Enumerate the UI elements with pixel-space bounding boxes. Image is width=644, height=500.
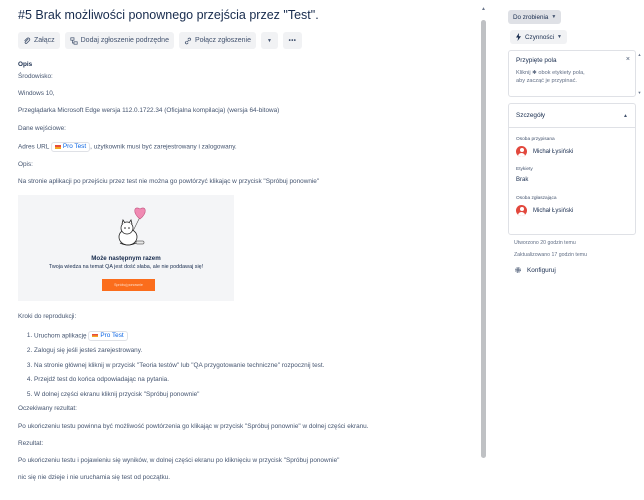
actions-button[interactable]: Czynności ▼: [510, 30, 567, 44]
issue-toolbar: Załącz Dodaj zgłoszenie podrzędne Połącz…: [18, 32, 460, 49]
link-issue-dropdown[interactable]: ▼: [261, 32, 278, 49]
list-item: Zaloguj się jeśli jesteś zarejestrowany.: [34, 347, 460, 355]
pinned-fields-text-line2: aby zacząć je przypinać.: [516, 78, 577, 84]
reporter-field[interactable]: Michał Łysiński: [509, 205, 635, 216]
link-issue-label: Połącz zgłoszenie: [194, 37, 251, 44]
cat-with-balloon-illustration: [118, 208, 146, 246]
gear-icon: [515, 267, 521, 273]
reporter-label: Osoba zgłaszająca: [516, 196, 557, 201]
env-os: Windows 10,: [18, 90, 55, 98]
list-item: W dolnej części ekranu kliknij przycisk …: [34, 391, 460, 399]
favicon-icon: [92, 333, 99, 338]
pro-test-link-chip[interactable]: Pro Test: [88, 330, 128, 341]
status-dropdown[interactable]: Do zrobienia ▼: [508, 10, 562, 24]
attach-label: Załącz: [34, 37, 55, 44]
add-subtask-label: Dodaj zgłoszenie podrzędne: [80, 37, 169, 44]
opis-label: Opis:: [18, 160, 33, 168]
url-chip-label: Pro Test: [62, 142, 87, 150]
pinned-fields-text-line1: Kliknij ✱ obok etykiety pola,: [516, 70, 585, 76]
chevron-down-icon: ▼: [557, 34, 562, 40]
details-title: Szczegóły: [516, 112, 546, 119]
input-label: Dane wejściowe:: [18, 124, 66, 132]
pinned-fields-title: Przypięte pola: [516, 57, 557, 64]
env-label: Środowisko:: [18, 73, 53, 80]
updated-timestamp: Zaktualizowano 17 godzin temu: [514, 252, 587, 258]
more-actions-button[interactable]: •••: [283, 32, 302, 49]
result-text: Po ukończeniu testu i pojawieniu się wyn…: [18, 457, 340, 465]
steps-list: Uruchom aplikację Pro Test Zaloguj się j…: [18, 330, 460, 399]
assignee-label: Osoba przypisana: [516, 137, 555, 142]
banner-retry-button: Spróbuj ponownie: [102, 279, 155, 292]
url-prefix: Adres URL: [18, 143, 50, 151]
pinned-fields-text: Kliknij ✱ obok etykiety pola, aby zacząć…: [509, 64, 635, 85]
lightning-icon: [516, 33, 521, 41]
issue-title[interactable]: #5 Brak możliwości ponownego przejścia p…: [18, 6, 460, 24]
env-browser: Przeglądarka Microsoft Edge wersja 112.0…: [18, 107, 280, 115]
labels-label: Etykiety: [516, 167, 533, 172]
sidebar-scrollbar[interactable]: ▲ ▼: [637, 52, 642, 97]
more-icon: •••: [288, 37, 297, 44]
subtask-icon: [70, 36, 78, 45]
avatar: [516, 205, 527, 216]
avatar: [516, 146, 527, 157]
list-item: Uruchom aplikację Pro Test: [34, 330, 460, 341]
banner-heading: Może następnym razem: [91, 255, 161, 263]
pro-test-link-chip[interactable]: Pro Test: [50, 141, 91, 152]
result-text-continued: nic się nie dzieje i nie uruchamia się t…: [18, 474, 171, 482]
created-timestamp: Utworzono 20 godzin temu: [514, 240, 576, 246]
chevron-down-icon: ▼: [267, 37, 272, 44]
scroll-up-icon[interactable]: ▲: [480, 6, 487, 13]
labels-value[interactable]: Brak: [509, 177, 635, 183]
actions-label: Czynności: [525, 33, 555, 41]
link-icon: [184, 37, 192, 44]
screenshot-attachment[interactable]: Może następnym razem Twoja wiedza na tem…: [18, 195, 234, 302]
issue-sidebar: Do zrobienia ▼ Czynności ▼ Przypięte pol…: [506, 0, 644, 500]
attach-button[interactable]: Załącz: [18, 32, 60, 49]
paperclip-icon: [24, 37, 31, 44]
main-scrollbar[interactable]: ▲: [480, 6, 487, 500]
scrollbar-thumb[interactable]: [481, 20, 486, 458]
description-heading: Opis: [18, 61, 33, 68]
issue-main-panel: #5 Brak możliwości ponownego przejścia p…: [0, 0, 478, 500]
banner-subtext: Twoja wiedza na temat QA jest dość słaba…: [48, 264, 204, 271]
favicon-icon: [54, 145, 61, 149]
details-panel: Szczegóły ▲ Osoba przypisana Michał Łysi…: [508, 103, 636, 235]
url-suffix: , użytkownik musi być zarejestrowany i z…: [90, 143, 237, 151]
scroll-up-icon[interactable]: ▲: [637, 52, 642, 57]
scroll-down-icon[interactable]: ▼: [637, 90, 642, 95]
step-chip-label: Pro Test: [100, 331, 124, 339]
list-item: Przejdź test do końca odpowiadając na py…: [34, 376, 460, 384]
opis-text: Na stronie aplikacji po przejściu przez …: [18, 178, 320, 186]
expected-label: Oczekiwany rezultat:: [18, 405, 77, 413]
steps-label: Kroki do reprodukcji:: [18, 313, 77, 321]
url-line: Adres URL Pro Test, użytkownik musi być …: [18, 141, 460, 152]
status-label: Do zrobienia: [513, 13, 549, 21]
step-1-text: Uruchom aplikację: [34, 332, 87, 340]
chevron-down-icon: ▼: [551, 14, 557, 20]
add-subtask-button[interactable]: Dodaj zgłoszenie podrzędne: [64, 32, 174, 49]
expected-text: Po ukończeniu testu powinna być możliwoś…: [18, 422, 369, 430]
configure-button[interactable]: Konfiguruj: [514, 266, 556, 274]
assignee-name: Michał Łysiński: [533, 148, 574, 155]
result-label: Rezultat:: [18, 439, 44, 447]
close-icon[interactable]: ×: [626, 56, 630, 63]
configure-label: Konfiguruj: [527, 266, 556, 274]
assignee-field[interactable]: Michał Łysiński: [509, 146, 635, 157]
link-issue-button[interactable]: Połącz zgłoszenie: [178, 32, 256, 49]
chevron-up-icon: ▲: [623, 112, 628, 119]
issue-description[interactable]: Opis Środowisko: Windows 10, Przeglądark…: [18, 61, 460, 482]
pinned-fields-panel: Przypięte pola Kliknij ✱ obok etykiety p…: [508, 50, 636, 97]
reporter-name: Michał Łysiński: [533, 207, 574, 214]
details-header[interactable]: Szczegóły ▲: [509, 104, 635, 128]
list-item: Na stronie głównej kliknij w przycisk "T…: [34, 362, 460, 370]
